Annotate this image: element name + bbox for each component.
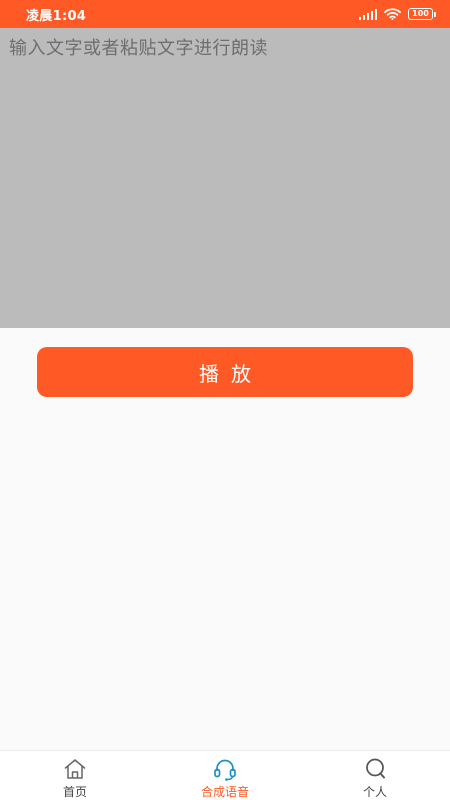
tab-profile[interactable]: 个人 [300, 751, 450, 800]
tab-home[interactable]: 首页 [0, 751, 150, 800]
tab-speech-synthesis-label: 合成语音 [200, 785, 249, 799]
status-time: 凌晨1:04 [26, 8, 87, 24]
status-bar: 凌晨1:04 100 [0, 0, 450, 28]
signal-icon [358, 8, 377, 20]
person-icon [366, 758, 385, 779]
tab-home-label: 首页 [62, 785, 87, 799]
wifi-icon [384, 8, 401, 20]
bottom-tab-bar: 首页 合成语音 个人 [0, 750, 450, 800]
play-button[interactable]: 播放 [37, 347, 413, 397]
tab-profile-label: 个人 [362, 785, 387, 799]
headset-icon [214, 759, 236, 781]
tab-speech-synthesis[interactable]: 合成语音 [150, 751, 300, 800]
text-input-area[interactable] [0, 28, 450, 328]
battery-icon: 100 [408, 8, 436, 20]
battery-level: 100 [408, 8, 433, 20]
home-icon [64, 759, 86, 779]
status-icons: 100 [358, 8, 436, 20]
